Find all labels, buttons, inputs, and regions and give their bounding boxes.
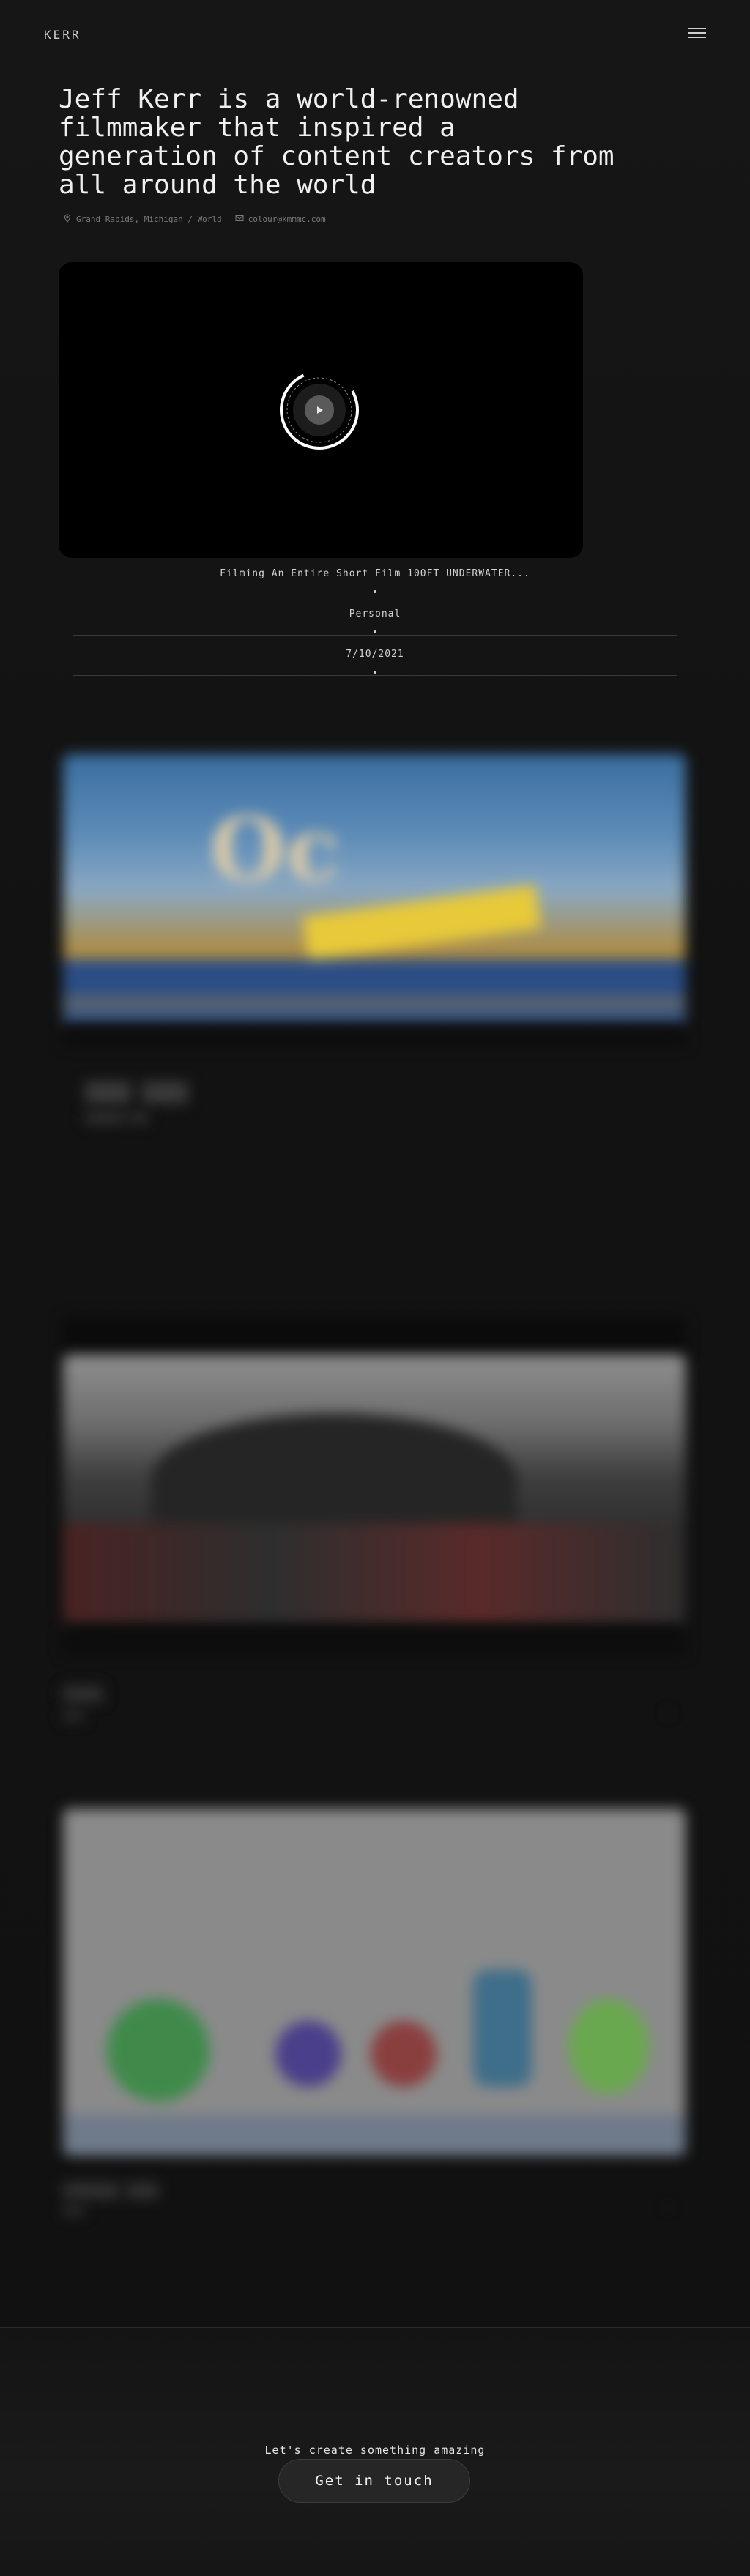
divider: [73, 675, 677, 676]
arrow-right-icon[interactable]: →: [664, 1705, 672, 1720]
project-card-image[interactable]: [63, 1355, 686, 1626]
project-card-title: ████ ████: [85, 1082, 188, 1104]
project-card-header: [63, 1318, 686, 1355]
divider-dot: [374, 590, 376, 593]
hamburger-menu-icon[interactable]: [688, 28, 706, 42]
cta-text: Let's create something amazing: [264, 2443, 486, 2457]
project-card-subtitle: ████: [63, 1710, 84, 1721]
project-card-title: █████: [63, 1687, 103, 1702]
project-card-bar: [63, 1626, 686, 1655]
get-in-touch-button[interactable]: Get in touch: [278, 2459, 470, 2503]
project-card-subtitle: ███████ ███: [85, 1113, 149, 1124]
project-card-subtitle: ████: [63, 2205, 84, 2216]
location-info: Grand Rapids, Michigan / World: [63, 214, 222, 225]
email-link[interactable]: colour@kmmmc.com: [248, 215, 326, 224]
email-info[interactable]: colour@kmmmc.com: [235, 214, 326, 225]
map-pin-icon: [63, 214, 72, 225]
project-card-bar: [63, 1025, 686, 1046]
hero-meta: Grand Rapids, Michigan / World colour@km…: [63, 214, 326, 225]
page: KERR Jeff Kerr is a world-renowned filmm…: [0, 0, 750, 2576]
location-text: Grand Rapids, Michigan / World: [76, 215, 222, 224]
arrow-right-icon[interactable]: →: [664, 2200, 672, 2215]
project-card-title: ███████ ████: [63, 2184, 159, 2199]
play-icon[interactable]: [305, 395, 334, 425]
divider-dot: [374, 630, 376, 633]
project-card-image[interactable]: [63, 1809, 686, 2156]
divider: [73, 635, 677, 636]
video-title: Filming An Entire Short Film 100FT UNDER…: [220, 568, 530, 579]
video-category: Personal: [349, 608, 401, 619]
hero-title: Jeff Kerr is a world-renowned filmmaker …: [59, 84, 615, 200]
envelope-icon: [235, 214, 244, 225]
project-card-image[interactable]: Oc: [63, 754, 686, 1025]
play-button[interactable]: [277, 368, 362, 453]
video-date: 7/10/2021: [346, 649, 404, 660]
site-logo[interactable]: KERR: [44, 28, 81, 42]
divider-dot: [374, 671, 376, 674]
